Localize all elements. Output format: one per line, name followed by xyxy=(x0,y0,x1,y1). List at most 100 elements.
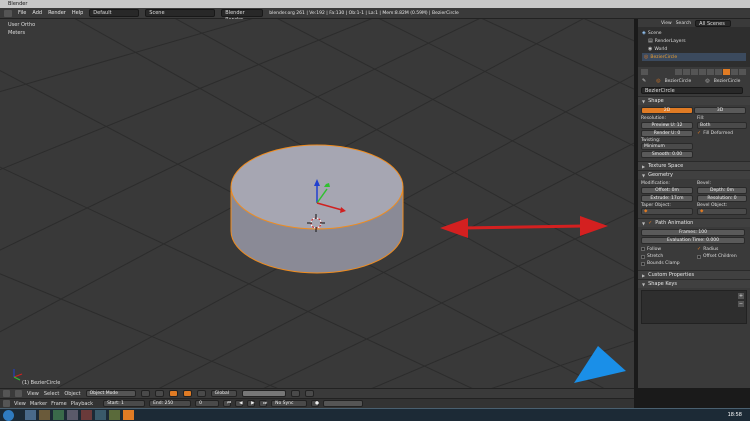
pin-icon[interactable]: ✎ xyxy=(642,78,646,84)
snap-icon[interactable] xyxy=(290,390,300,397)
datablock-field[interactable]: BezierCircle xyxy=(641,87,743,94)
layers-widget[interactable] xyxy=(241,390,286,397)
editor-type-icon[interactable] xyxy=(4,9,12,17)
rotate-toggle[interactable] xyxy=(196,390,206,397)
outliner-menu-search[interactable]: Search xyxy=(676,21,691,26)
end-frame-field[interactable]: End: 250 xyxy=(149,400,192,407)
fill-deformed-checkbox[interactable]: ✓ xyxy=(697,130,701,136)
menu-add[interactable]: Add xyxy=(32,10,42,16)
timeline-editor-icon[interactable] xyxy=(3,400,10,407)
taskbar-app-icon[interactable] xyxy=(95,410,106,420)
screen-layout-select[interactable]: Default xyxy=(89,9,140,17)
evaluation-time-field[interactable]: Evaluation Time: 0.000 xyxy=(641,237,745,244)
mode-select[interactable]: Object Mode xyxy=(85,390,136,397)
add-shape-key-icon[interactable]: + xyxy=(738,293,744,299)
prev-key-icon[interactable]: ◀ xyxy=(235,400,244,407)
tree-item-beziercircle[interactable]: ◎ BezierCircle xyxy=(642,53,746,61)
menu-view[interactable]: View xyxy=(27,391,39,397)
tab-world-icon[interactable] xyxy=(691,68,698,75)
viewport-canvas[interactable] xyxy=(0,19,634,388)
editor-type-icon[interactable] xyxy=(3,390,10,397)
properties-editor[interactable]: ✎ ◎ BezierCircle ◎ BezierCircle BezierCi… xyxy=(636,67,750,388)
current-frame-field[interactable]: 0 xyxy=(195,400,220,407)
tab-scene-icon[interactable] xyxy=(683,68,690,75)
jump-start-icon[interactable]: ⏮ xyxy=(223,400,231,407)
next-key-icon[interactable]: ⏭ xyxy=(259,400,267,407)
twisting-select[interactable]: Minimum xyxy=(641,143,693,150)
bevel-resolution-field[interactable]: Resolution: 0 xyxy=(697,195,747,202)
timeline-menu-frame[interactable]: Frame xyxy=(51,401,67,407)
menu-help[interactable]: Help xyxy=(72,10,83,16)
outliner-display-select[interactable]: All Scenes xyxy=(695,19,732,27)
taskbar-blender-icon[interactable] xyxy=(123,410,134,420)
stretch-checkbox[interactable] xyxy=(641,254,645,259)
sync-select[interactable]: No Sync xyxy=(271,400,308,407)
play-icon[interactable]: ▶ xyxy=(247,400,256,407)
radius-checkbox[interactable]: ✓ xyxy=(697,246,701,252)
taskbar-app-icon[interactable] xyxy=(67,410,78,420)
fill-select[interactable]: Both xyxy=(697,122,747,129)
translate-toggle[interactable] xyxy=(182,390,192,397)
taskbar-app-icon[interactable] xyxy=(109,410,120,420)
3d-viewport[interactable]: User Ortho Meters (1) BezierCircle xyxy=(0,19,634,388)
properties-editor-icon[interactable] xyxy=(641,68,648,75)
frames-field[interactable]: Frames: 100 xyxy=(641,229,745,236)
taskbar-app-icon[interactable] xyxy=(25,410,36,420)
keying-set-field[interactable] xyxy=(323,400,364,407)
tab-curve-data-icon[interactable] xyxy=(723,68,730,75)
path-animation-checkbox[interactable]: ✓ xyxy=(648,220,652,226)
taskbar-app-icon[interactable] xyxy=(39,410,50,420)
shading-icon[interactable] xyxy=(140,390,150,397)
bounds-clamp-checkbox[interactable] xyxy=(641,261,645,266)
tree-item-world[interactable]: ◉ World xyxy=(642,45,746,53)
panel-texture-space-header[interactable]: ▶ Texture Space xyxy=(638,161,750,170)
shape-keys-list[interactable]: + − xyxy=(641,290,747,324)
follow-checkbox[interactable] xyxy=(641,247,645,251)
menu-render[interactable]: Render xyxy=(48,10,66,16)
menu-file[interactable]: File xyxy=(18,10,26,16)
tree-item-scene[interactable]: ◈ Scene xyxy=(642,29,746,37)
outliner-menu-view[interactable]: View xyxy=(661,21,672,26)
tab-object-icon[interactable] xyxy=(699,68,706,75)
panel-geometry-header[interactable]: ▼ Geometry xyxy=(638,170,750,179)
panel-custom-properties-header[interactable]: ▶ Custom Properties xyxy=(638,270,750,279)
depth-field[interactable]: Depth: 0m xyxy=(697,187,747,194)
tree-item-renderlayers[interactable]: ▤ RenderLayers xyxy=(642,37,746,45)
start-button[interactable] xyxy=(3,409,14,421)
preview-u-field[interactable]: Preview U: 12 xyxy=(641,122,693,129)
collapse-icon[interactable] xyxy=(15,390,22,397)
bevel-object-field[interactable]: ◆ xyxy=(697,208,747,215)
panel-shape-header[interactable]: ▼ Shape xyxy=(638,96,750,105)
start-frame-field[interactable]: Start: 1 xyxy=(103,400,146,407)
render-icon[interactable] xyxy=(304,390,314,397)
outliner[interactable]: View Search All Scenes ◈ Scene ▤ RenderLay… xyxy=(636,19,750,67)
tab-constraints-icon[interactable] xyxy=(707,68,714,75)
menu-select[interactable]: Select xyxy=(44,391,59,397)
remove-shape-key-icon[interactable]: − xyxy=(738,301,744,307)
timeline-menu-marker[interactable]: Marker xyxy=(30,401,47,407)
tab-material-icon[interactable] xyxy=(731,68,738,75)
extrude-field[interactable]: Extrude: 17cm xyxy=(641,195,693,202)
render-engine-select[interactable]: Blender Render xyxy=(221,9,264,23)
tab-modifiers-icon[interactable] xyxy=(715,68,722,75)
taskbar-app-icon[interactable] xyxy=(81,410,92,420)
pivot-icon[interactable] xyxy=(154,390,164,397)
2d-button[interactable]: 2D xyxy=(641,107,693,114)
taper-object-field[interactable]: ◆ xyxy=(641,208,693,215)
panel-shape-keys-header[interactable]: ▼ Shape Keys xyxy=(638,279,750,288)
timeline-menu-playback[interactable]: Playback xyxy=(71,401,93,407)
offset-children-checkbox[interactable] xyxy=(697,254,701,259)
timeline-menu-view[interactable]: View xyxy=(14,401,26,407)
3d-button[interactable]: 3D xyxy=(694,107,746,114)
offset-field[interactable]: Offset: 0m xyxy=(641,187,693,194)
transform-orientation-select[interactable]: Global xyxy=(210,390,237,397)
manipulator-toggle[interactable] xyxy=(168,390,178,397)
tab-render-icon[interactable] xyxy=(675,68,682,75)
menu-object[interactable]: Object xyxy=(64,391,80,397)
scene-select[interactable]: Scene xyxy=(145,9,216,17)
taskbar-clock[interactable]: 18:58 xyxy=(728,412,750,418)
record-icon[interactable]: ● xyxy=(311,400,320,407)
fill-deformed-row[interactable]: ✓ Fill Deformed xyxy=(697,130,747,136)
taskbar-app-icon[interactable] xyxy=(53,410,64,420)
panel-path-animation-header[interactable]: ▼ ✓ Path Animation xyxy=(638,218,750,227)
